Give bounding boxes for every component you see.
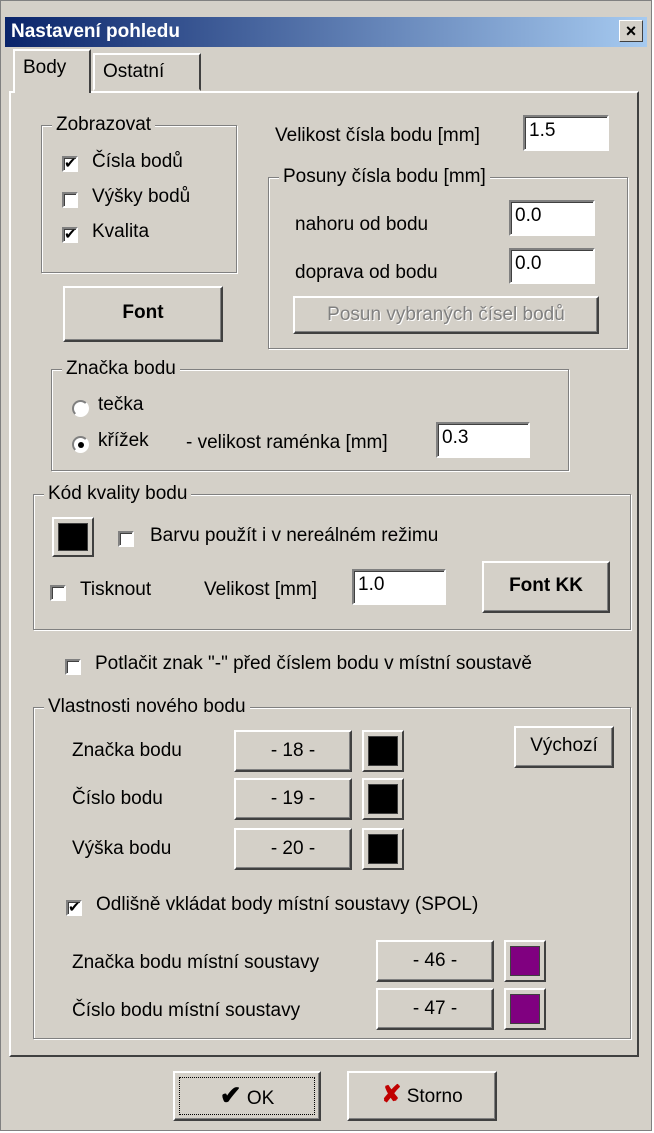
color-swatch bbox=[368, 784, 398, 814]
mark-group: Značka bodu tečka křížek - velikost ramé… bbox=[51, 358, 569, 471]
font-button[interactable]: Font bbox=[63, 286, 223, 342]
quality-group: Kód kvality bodu Barvu použít i v nereál… bbox=[33, 483, 631, 630]
quality-color-button[interactable] bbox=[52, 517, 94, 557]
radio-cross[interactable] bbox=[72, 436, 89, 453]
checkbox-label: Výšky bodů bbox=[92, 186, 191, 207]
row-label: Číslo bodu bbox=[72, 788, 163, 809]
color-swatch bbox=[510, 994, 540, 1024]
number-size-input[interactable]: 1.5 bbox=[523, 115, 609, 151]
local-number-color-button[interactable] bbox=[504, 988, 546, 1030]
tab-label: Ostatní bbox=[103, 61, 165, 82]
row-label: Výška bodu bbox=[72, 838, 172, 859]
offset-up-input[interactable]: 0.0 bbox=[509, 200, 595, 236]
group-title: Značka bodu bbox=[62, 358, 180, 380]
tab-label: Body bbox=[23, 57, 67, 78]
close-icon: × bbox=[625, 21, 637, 41]
checkmark-icon: ✔ bbox=[219, 1080, 242, 1110]
local-mark-style-button[interactable]: - 46 - bbox=[376, 940, 494, 982]
tab-ostatni[interactable]: Ostatní bbox=[93, 53, 201, 91]
move-selected-numbers-button[interactable]: Posun vybraných čísel bodů bbox=[293, 296, 599, 334]
number-style-button[interactable]: - 19 - bbox=[234, 778, 352, 820]
color-swatch bbox=[510, 946, 540, 976]
number-size-label: Velikost čísla bodu [mm] bbox=[275, 125, 480, 146]
color-swatch bbox=[58, 523, 88, 551]
default-button[interactable]: Výchozí bbox=[514, 726, 614, 768]
height-style-button[interactable]: - 20 - bbox=[234, 828, 352, 870]
arm-size-label: - velikost raménka [mm] bbox=[186, 432, 388, 453]
checkbox-label: Kvalita bbox=[92, 221, 150, 242]
dialog-window: Nastavení pohledu × Body Ostatní Zobrazo… bbox=[0, 0, 652, 1131]
font-kk-button[interactable]: Font KK bbox=[482, 561, 610, 613]
checkbox-point-heights[interactable] bbox=[62, 192, 78, 208]
row-label: Číslo bodu místní soustavy bbox=[72, 1000, 301, 1021]
group-title: Posuny čísla bodu [mm] bbox=[279, 166, 490, 188]
title-bar: Nastavení pohledu × bbox=[5, 17, 647, 47]
arm-size-input[interactable]: 0.3 bbox=[436, 422, 530, 458]
checkbox-label: Potlačit znak "-" před číslem bodu v mís… bbox=[95, 653, 532, 674]
offset-right-input[interactable]: 0.0 bbox=[509, 248, 595, 284]
display-group: Zobrazovat Čísla bodů Výšky bodů Kvalita bbox=[41, 114, 237, 273]
local-number-style-button[interactable]: - 47 - bbox=[376, 988, 494, 1030]
new-point-group: Vlastnosti nového bodu Výchozí Značka bo… bbox=[33, 696, 631, 1039]
checkbox-label: Tisknout bbox=[80, 579, 152, 600]
number-color-button[interactable] bbox=[362, 778, 404, 820]
quality-size-input[interactable]: 1.0 bbox=[352, 569, 446, 605]
mark-style-button[interactable]: - 18 - bbox=[234, 730, 352, 772]
checkbox-suppress-minus[interactable] bbox=[65, 659, 81, 675]
offset-up-label: nahoru od bodu bbox=[295, 214, 429, 235]
tab-panel: Zobrazovat Čísla bodů Výšky bodů Kvalita… bbox=[9, 91, 639, 1057]
quality-size-label: Velikost [mm] bbox=[204, 579, 317, 600]
checkbox-nonreal-mode[interactable] bbox=[118, 531, 134, 547]
color-swatch bbox=[368, 834, 398, 864]
mark-color-button[interactable] bbox=[362, 730, 404, 772]
checkbox-point-numbers[interactable] bbox=[62, 154, 78, 172]
radio-dot[interactable] bbox=[72, 400, 89, 417]
color-swatch bbox=[368, 736, 398, 766]
tab-body[interactable]: Body bbox=[13, 49, 91, 93]
radio-label: křížek bbox=[98, 430, 149, 451]
cancel-button[interactable]: ✘ Storno bbox=[347, 1071, 497, 1121]
checkbox-label: Čísla bodů bbox=[92, 151, 183, 172]
row-label: Značka bodu bbox=[72, 740, 182, 761]
local-mark-color-button[interactable] bbox=[504, 940, 546, 982]
checkbox-label: Odlišně vkládat body místní soustavy (SP… bbox=[96, 894, 479, 915]
ok-button[interactable]: ✔ OK bbox=[173, 1071, 321, 1121]
checkbox-label: Barvu použít i v nereálném režimu bbox=[150, 525, 439, 546]
close-button[interactable]: × bbox=[619, 20, 643, 42]
group-title: Vlastnosti nového bodu bbox=[44, 696, 250, 718]
group-title: Kód kvality bodu bbox=[44, 483, 192, 505]
height-color-button[interactable] bbox=[362, 828, 404, 870]
window-title: Nastavení pohledu bbox=[11, 21, 180, 42]
ok-label: OK bbox=[246, 1088, 275, 1109]
cancel-label: Storno bbox=[406, 1086, 463, 1107]
offset-group: Posuny čísla bodu [mm] nahoru od bodu 0.… bbox=[268, 166, 628, 349]
row-label: Značka bodu místní soustavy bbox=[72, 952, 320, 973]
group-title: Zobrazovat bbox=[52, 114, 156, 136]
radio-label: tečka bbox=[98, 394, 144, 415]
checkbox-print[interactable] bbox=[50, 585, 66, 601]
offset-right-label: doprava od bodu bbox=[295, 262, 438, 283]
checkbox-spol[interactable] bbox=[66, 898, 82, 916]
checkbox-quality[interactable] bbox=[62, 225, 78, 243]
cross-icon: ✘ bbox=[381, 1081, 402, 1108]
